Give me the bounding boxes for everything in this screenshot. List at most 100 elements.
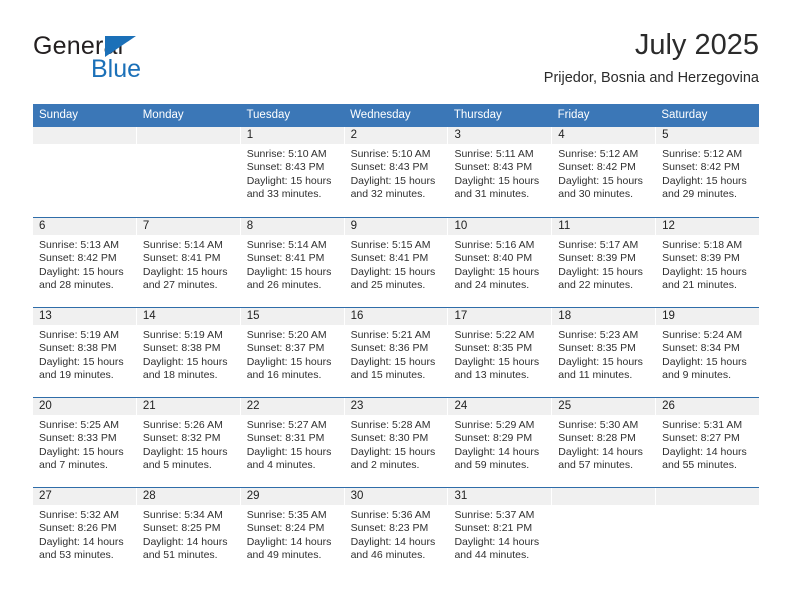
calendar-day-cell[interactable]: 23 Sunrise: 5:28 AM Sunset: 8:30 PM Dayligh… <box>344 398 449 487</box>
title-block: July 2025 Prijedor, Bosnia and Herzegovi… <box>544 28 759 87</box>
calendar-day-cell[interactable]: 15 Sunrise: 5:20 AM Sunset: 8:37 PM Dayligh… <box>240 308 345 397</box>
daylight-text: Daylight: 15 hours and 13 minutes. <box>454 355 540 382</box>
day-details: Sunrise: 5:14 AM Sunset: 8:41 PM Daylight:… <box>241 235 344 293</box>
sunrise-text: Sunrise: 5:12 AM <box>662 148 743 160</box>
calendar-day-cell[interactable]: 26 Sunrise: 5:31 AM Sunset: 8:27 PM Dayligh… <box>656 398 760 487</box>
calendar-day-cell[interactable]: 1 Sunrise: 5:10 AM Sunset: 8:43 PM Daylight… <box>240 127 345 217</box>
sunrise-text: Sunrise: 5:14 AM <box>142 239 223 251</box>
daylight-text: Daylight: 14 hours and 59 minutes. <box>454 445 540 472</box>
calendar-week-row: 27 Sunrise: 5:32 AM Sunset: 8:26 PM Dayligh… <box>33 487 760 577</box>
daylight-text: Daylight: 14 hours and 46 minutes. <box>350 535 436 562</box>
calendar-page: General Blue July 2025 Prijedor, Bosnia … <box>0 0 792 612</box>
calendar-day-cell[interactable]: 18 Sunrise: 5:23 AM Sunset: 8:35 PM Dayligh… <box>552 308 657 397</box>
calendar-day-cell[interactable]: 9 Sunrise: 5:15 AM Sunset: 8:41 PM Daylight… <box>344 218 449 307</box>
day-details: Sunrise: 5:16 AM Sunset: 8:40 PM Daylight:… <box>448 235 551 293</box>
sunset-text: Sunset: 8:33 PM <box>39 432 117 445</box>
daylight-text: Daylight: 14 hours and 44 minutes. <box>454 535 540 562</box>
daylight-text: Daylight: 15 hours and 29 minutes. <box>662 174 747 201</box>
day-number: 8 <box>240 218 344 235</box>
sunset-text: Sunset: 8:37 PM <box>246 342 325 355</box>
sunset-text: Sunset: 8:35 PM <box>558 342 636 355</box>
sunset-text: Sunset: 8:41 PM <box>142 252 221 265</box>
sunrise-text: Sunrise: 5:18 AM <box>662 239 743 251</box>
day-details: Sunrise: 5:29 AM Sunset: 8:29 PM Daylight:… <box>448 415 551 473</box>
general-blue-logo[interactable]: General Blue <box>33 32 263 92</box>
calendar-day-cell[interactable]: 7 Sunrise: 5:14 AM Sunset: 8:41 PM Daylight… <box>136 218 241 307</box>
calendar-day-cell[interactable]: 21 Sunrise: 5:26 AM Sunset: 8:32 PM Dayligh… <box>136 398 241 487</box>
calendar-day-cell[interactable]: 4 Sunrise: 5:12 AM Sunset: 8:42 PM Daylight… <box>552 127 657 217</box>
calendar-day-cell[interactable]: 20 Sunrise: 5:25 AM Sunset: 8:33 PM Dayligh… <box>33 398 137 487</box>
daylight-text: Daylight: 15 hours and 18 minutes. <box>142 355 228 382</box>
calendar-week-row: 6 Sunrise: 5:13 AM Sunset: 8:42 PM Daylight… <box>33 217 760 307</box>
sunset-text: Sunset: 8:23 PM <box>350 522 429 535</box>
sunrise-text: Sunrise: 5:31 AM <box>662 419 743 431</box>
calendar-day-cell-empty <box>136 127 241 217</box>
calendar-day-cell[interactable]: 30 Sunrise: 5:36 AM Sunset: 8:23 PM Dayligh… <box>344 488 449 577</box>
weekday-header-monday: Monday <box>142 109 184 121</box>
day-number: 22 <box>240 398 344 415</box>
calendar-day-cell[interactable]: 24 Sunrise: 5:29 AM Sunset: 8:29 PM Dayligh… <box>448 398 553 487</box>
day-number: 15 <box>240 308 344 325</box>
calendar-day-cell[interactable]: 14 Sunrise: 5:19 AM Sunset: 8:38 PM Dayligh… <box>136 308 241 397</box>
calendar-day-cell[interactable]: 12 Sunrise: 5:18 AM Sunset: 8:39 PM Dayligh… <box>656 218 760 307</box>
sunrise-text: Sunrise: 5:12 AM <box>558 148 639 160</box>
sunset-text: Sunset: 8:43 PM <box>454 161 533 174</box>
sunset-text: Sunset: 8:27 PM <box>662 432 740 445</box>
sunset-text: Sunset: 8:34 PM <box>662 342 740 355</box>
sunrise-text: Sunrise: 5:34 AM <box>142 509 223 521</box>
sunrise-text: Sunrise: 5:26 AM <box>142 419 223 431</box>
calendar-week-row: 20 Sunrise: 5:25 AM Sunset: 8:33 PM Dayligh… <box>33 397 760 487</box>
calendar-day-cell[interactable]: 29 Sunrise: 5:35 AM Sunset: 8:24 PM Dayligh… <box>240 488 345 577</box>
sunset-text: Sunset: 8:31 PM <box>246 432 325 445</box>
day-number <box>136 127 240 144</box>
day-number <box>33 127 136 144</box>
weekday-header-tuesday: Tuesday <box>246 109 291 121</box>
calendar-day-cell[interactable]: 11 Sunrise: 5:17 AM Sunset: 8:39 PM Dayligh… <box>552 218 657 307</box>
sunrise-text: Sunrise: 5:29 AM <box>454 419 535 431</box>
daylight-text: Daylight: 14 hours and 55 minutes. <box>662 445 747 472</box>
calendar-day-cell[interactable]: 16 Sunrise: 5:21 AM Sunset: 8:36 PM Dayligh… <box>344 308 449 397</box>
day-details: Sunrise: 5:30 AM Sunset: 8:28 PM Daylight:… <box>552 415 655 473</box>
calendar-day-cell[interactable]: 5 Sunrise: 5:12 AM Sunset: 8:42 PM Daylight… <box>656 127 760 217</box>
calendar-day-cell[interactable]: 6 Sunrise: 5:13 AM Sunset: 8:42 PM Daylight… <box>33 218 137 307</box>
calendar-week-row: 13 Sunrise: 5:19 AM Sunset: 8:38 PM Dayligh… <box>33 307 760 397</box>
calendar-weeks: 1 Sunrise: 5:10 AM Sunset: 8:43 PM Daylight… <box>33 127 760 577</box>
calendar-day-cell[interactable]: 25 Sunrise: 5:30 AM Sunset: 8:28 PM Dayligh… <box>552 398 657 487</box>
day-number: 27 <box>33 488 136 505</box>
day-number: 18 <box>552 308 656 325</box>
day-details: Sunrise: 5:17 AM Sunset: 8:39 PM Daylight:… <box>552 235 655 293</box>
calendar-day-cell[interactable]: 17 Sunrise: 5:22 AM Sunset: 8:35 PM Dayligh… <box>448 308 553 397</box>
daylight-text: Daylight: 15 hours and 11 minutes. <box>558 355 643 382</box>
calendar-day-cell[interactable]: 13 Sunrise: 5:19 AM Sunset: 8:38 PM Dayligh… <box>33 308 137 397</box>
calendar-day-cell[interactable]: 27 Sunrise: 5:32 AM Sunset: 8:26 PM Dayligh… <box>33 488 137 577</box>
daylight-text: Daylight: 15 hours and 24 minutes. <box>454 265 540 292</box>
sunset-text: Sunset: 8:40 PM <box>454 252 533 265</box>
sunset-text: Sunset: 8:36 PM <box>350 342 429 355</box>
calendar-day-cell[interactable]: 2 Sunrise: 5:10 AM Sunset: 8:43 PM Daylight… <box>344 127 449 217</box>
daylight-text: Daylight: 15 hours and 31 minutes. <box>454 174 540 201</box>
calendar-day-cell[interactable]: 22 Sunrise: 5:27 AM Sunset: 8:31 PM Dayligh… <box>240 398 345 487</box>
day-number: 5 <box>656 127 760 144</box>
daylight-text: Daylight: 14 hours and 57 minutes. <box>558 445 643 472</box>
page-header: General Blue July 2025 Prijedor, Bosnia … <box>33 28 759 96</box>
day-details: Sunrise: 5:35 AM Sunset: 8:24 PM Daylight:… <box>241 505 344 563</box>
day-number: 31 <box>448 488 552 505</box>
day-number: 26 <box>656 398 760 415</box>
sunrise-text: Sunrise: 5:10 AM <box>246 148 327 160</box>
sunset-text: Sunset: 8:39 PM <box>662 252 740 265</box>
sunrise-text: Sunrise: 5:36 AM <box>350 509 431 521</box>
calendar-day-cell[interactable]: 31 Sunrise: 5:37 AM Sunset: 8:21 PM Dayligh… <box>448 488 553 577</box>
calendar-day-cell[interactable]: 28 Sunrise: 5:34 AM Sunset: 8:25 PM Dayligh… <box>136 488 241 577</box>
calendar-day-cell[interactable]: 19 Sunrise: 5:24 AM Sunset: 8:34 PM Dayligh… <box>656 308 760 397</box>
day-number: 14 <box>136 308 240 325</box>
daylight-text: Daylight: 14 hours and 53 minutes. <box>39 535 124 562</box>
calendar-day-cell[interactable]: 3 Sunrise: 5:11 AM Sunset: 8:43 PM Daylight… <box>448 127 553 217</box>
sunset-text: Sunset: 8:29 PM <box>454 432 533 445</box>
sunset-text: Sunset: 8:25 PM <box>142 522 221 535</box>
sunset-text: Sunset: 8:26 PM <box>39 522 117 535</box>
calendar-day-cell[interactable]: 8 Sunrise: 5:14 AM Sunset: 8:41 PM Daylight… <box>240 218 345 307</box>
calendar-day-cell[interactable]: 10 Sunrise: 5:16 AM Sunset: 8:40 PM Dayligh… <box>448 218 553 307</box>
day-number: 24 <box>448 398 552 415</box>
daylight-text: Daylight: 15 hours and 25 minutes. <box>350 265 436 292</box>
sunrise-text: Sunrise: 5:19 AM <box>39 329 119 341</box>
